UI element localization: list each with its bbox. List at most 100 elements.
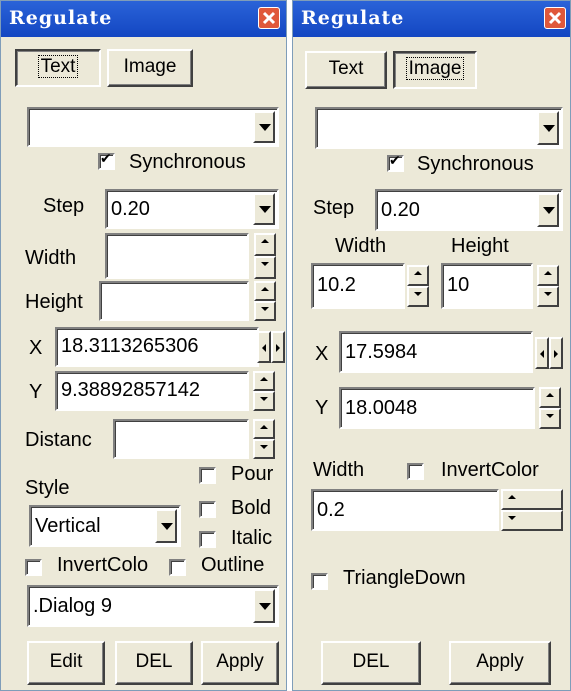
left-x-input[interactable]: 18.3113265306 bbox=[55, 327, 259, 367]
right-height-input[interactable]: 10 bbox=[441, 263, 533, 309]
chevron-down-icon[interactable] bbox=[253, 111, 275, 143]
spin-left-icon[interactable] bbox=[257, 331, 271, 363]
right-step-value: 0.20 bbox=[381, 199, 420, 221]
spin-up-icon[interactable] bbox=[253, 419, 275, 439]
spin-up-icon[interactable] bbox=[407, 265, 429, 286]
left-style-label: Style bbox=[25, 477, 70, 499]
right-height-spinner[interactable] bbox=[537, 265, 559, 307]
chevron-down-icon[interactable] bbox=[253, 589, 275, 623]
close-icon bbox=[262, 11, 276, 25]
right-tab-image[interactable]: Image bbox=[393, 51, 477, 89]
spin-up-icon[interactable] bbox=[539, 387, 561, 408]
left-bold-checkbox[interactable] bbox=[199, 501, 216, 518]
left-synchronous-label: Synchronous bbox=[129, 151, 246, 173]
right-y-spinner[interactable] bbox=[539, 387, 561, 429]
left-step-label: Step bbox=[43, 195, 85, 217]
left-tab-image[interactable]: Image bbox=[107, 49, 193, 87]
chevron-down-icon[interactable] bbox=[155, 509, 177, 543]
right-x-value: 17.5984 bbox=[345, 341, 418, 363]
left-mode-combo[interactable] bbox=[27, 107, 279, 147]
left-y-label: Y bbox=[29, 381, 43, 403]
spin-down-icon[interactable] bbox=[407, 286, 429, 307]
right-x-spinner[interactable] bbox=[535, 337, 563, 369]
spin-up-icon[interactable] bbox=[253, 371, 275, 391]
right-regulate-panel: Regulate Text Image Synchronous Step 0.2… bbox=[292, 0, 571, 691]
spin-right-icon[interactable] bbox=[271, 331, 285, 363]
right-apply-button[interactable]: Apply bbox=[449, 641, 551, 685]
left-title-bar: Regulate bbox=[1, 1, 286, 37]
left-y-input[interactable]: 9.38892857142 bbox=[55, 371, 249, 411]
close-icon bbox=[548, 11, 562, 25]
left-distance-input[interactable] bbox=[113, 419, 249, 459]
left-regulate-panel: Regulate Text Image Synchronous Step 0.2… bbox=[0, 0, 287, 691]
right-x-input[interactable]: 17.5984 bbox=[339, 331, 533, 373]
right-step-label: Step bbox=[313, 197, 355, 219]
spin-down-icon[interactable] bbox=[254, 301, 276, 321]
chevron-down-icon[interactable] bbox=[253, 193, 275, 225]
left-y-spinner[interactable] bbox=[253, 371, 275, 411]
chevron-down-icon[interactable] bbox=[537, 111, 559, 145]
left-edit-button[interactable]: Edit bbox=[27, 641, 105, 685]
left-outline-checkbox[interactable] bbox=[169, 559, 186, 576]
left-width-input[interactable] bbox=[105, 233, 249, 279]
right-width-spinner[interactable] bbox=[407, 265, 429, 307]
spin-down-icon[interactable] bbox=[254, 256, 276, 279]
right-y-input[interactable]: 18.0048 bbox=[339, 387, 535, 429]
spin-up-icon[interactable] bbox=[254, 233, 276, 256]
right-step-select[interactable]: 0.20 bbox=[375, 189, 563, 231]
left-tab-text[interactable]: Text bbox=[15, 49, 101, 87]
left-invert-checkbox[interactable] bbox=[25, 559, 42, 576]
right-invert-checkbox[interactable] bbox=[407, 463, 424, 480]
right-line-width-value: 0.2 bbox=[317, 499, 345, 521]
left-synchronous-checkbox[interactable] bbox=[98, 151, 115, 170]
right-triangle-down-checkbox[interactable] bbox=[311, 573, 328, 590]
left-pour-checkbox[interactable] bbox=[199, 467, 216, 484]
right-close-button[interactable] bbox=[544, 7, 566, 29]
right-width-value: 10.2 bbox=[317, 274, 356, 296]
left-invert-label: InvertColo bbox=[57, 554, 149, 576]
spin-up-icon[interactable] bbox=[254, 281, 276, 301]
right-line-width-input[interactable]: 0.2 bbox=[311, 489, 499, 531]
spin-down-icon[interactable] bbox=[501, 510, 563, 531]
right-height-value: 10 bbox=[447, 274, 470, 296]
left-width-label: Width bbox=[25, 247, 77, 269]
chevron-down-icon[interactable] bbox=[537, 193, 559, 227]
spin-right-icon[interactable] bbox=[549, 337, 563, 369]
spin-down-icon[interactable] bbox=[537, 286, 559, 307]
left-height-label: Height bbox=[25, 291, 83, 313]
right-triangle-down-label: TriangleDown bbox=[343, 567, 466, 589]
right-width-input[interactable]: 10.2 bbox=[311, 263, 405, 309]
right-mode-combo[interactable] bbox=[315, 107, 563, 149]
spin-up-icon[interactable] bbox=[537, 265, 559, 286]
right-synchronous-checkbox[interactable] bbox=[387, 153, 404, 172]
left-style-select[interactable]: Vertical bbox=[29, 505, 181, 547]
left-apply-button[interactable]: Apply bbox=[201, 641, 279, 685]
right-window-title: Regulate bbox=[301, 7, 405, 29]
right-synchronous-label: Synchronous bbox=[417, 153, 534, 175]
spin-left-icon[interactable] bbox=[535, 337, 549, 369]
left-italic-label: Italic bbox=[231, 527, 273, 549]
left-outline-label: Outline bbox=[201, 554, 265, 576]
right-y-label: Y bbox=[315, 397, 329, 419]
left-font-select[interactable]: .Dialog 9 bbox=[27, 585, 279, 627]
left-distance-spinner[interactable] bbox=[253, 419, 275, 459]
spin-down-icon[interactable] bbox=[253, 439, 275, 459]
right-tab-text[interactable]: Text bbox=[305, 51, 387, 89]
spin-down-icon[interactable] bbox=[253, 391, 275, 411]
left-height-input[interactable] bbox=[99, 281, 249, 321]
left-del-button[interactable]: DEL bbox=[115, 641, 193, 685]
left-step-select[interactable]: 0.20 bbox=[105, 189, 279, 229]
right-line-width-spinner[interactable] bbox=[501, 489, 563, 531]
left-x-label: X bbox=[29, 337, 43, 359]
left-width-spinner[interactable] bbox=[254, 233, 276, 279]
right-x-label: X bbox=[315, 343, 329, 365]
right-del-button[interactable]: DEL bbox=[321, 641, 421, 685]
left-font-value: .Dialog 9 bbox=[33, 595, 112, 617]
spin-down-icon[interactable] bbox=[539, 408, 561, 429]
spin-up-icon[interactable] bbox=[501, 489, 563, 510]
left-italic-checkbox[interactable] bbox=[199, 531, 216, 548]
left-close-button[interactable] bbox=[258, 7, 280, 29]
left-x-spinner[interactable] bbox=[257, 331, 285, 363]
left-height-spinner[interactable] bbox=[254, 281, 276, 321]
left-window-title: Regulate bbox=[9, 7, 113, 29]
